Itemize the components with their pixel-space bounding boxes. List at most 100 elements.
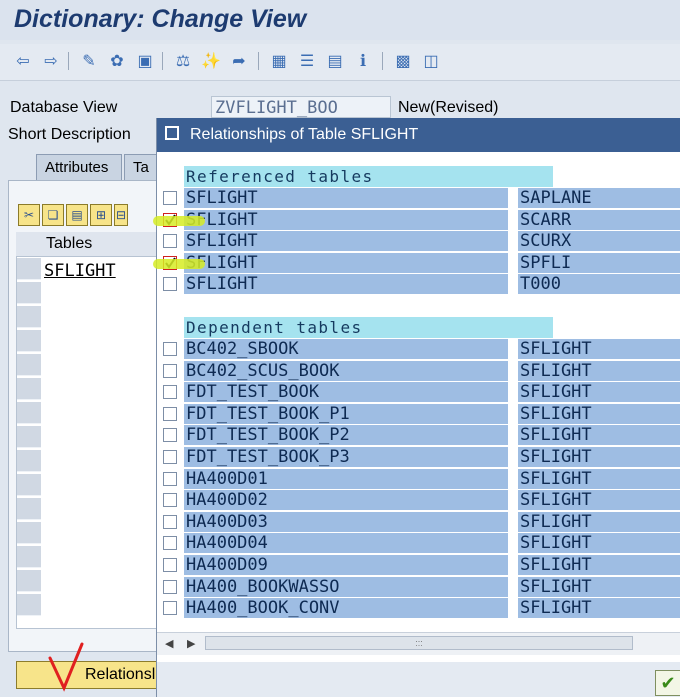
dependent-related-cell: SFLIGHT (518, 490, 680, 511)
short-description-label: Short Description (8, 126, 131, 143)
list-icon[interactable]: ▤ (324, 50, 346, 72)
title-bar: Dictionary: Change View (0, 0, 680, 40)
dependent-checkbox[interactable] (163, 428, 177, 443)
dependent-table-cell: FDT_TEST_BOOK_P3 (184, 447, 508, 467)
dependent-checkbox[interactable] (163, 385, 177, 400)
dependent-checkbox[interactable] (163, 579, 177, 594)
dependent-table-cell: FDT_TEST_BOOK_P2 (184, 425, 508, 446)
toolbar-separator (162, 52, 163, 70)
check-icon[interactable]: ⚖ (172, 50, 194, 72)
referenced-related-cell: SCURX (518, 231, 680, 252)
info-icon[interactable]: ℹ (352, 50, 374, 72)
referenced-table-cell: SFLIGHT (184, 209, 508, 230)
highlight-mark (153, 258, 205, 269)
tables-column-header: Tables (46, 235, 93, 252)
continue-button[interactable]: ✔ (655, 670, 680, 696)
graphic-icon[interactable]: ▩ (392, 50, 414, 72)
forward-arrow-icon[interactable]: ⇨ (40, 50, 62, 72)
referenced-related-cell: SAPLANE (518, 188, 680, 208)
where-used-icon[interactable]: ✨ (200, 50, 222, 72)
row-selector[interactable] (17, 546, 41, 568)
row-selector[interactable] (17, 570, 41, 592)
toolbar-separator (258, 52, 259, 70)
row-selector[interactable] (17, 426, 41, 448)
dependent-table-cell: HA400_BOOK_CONV (184, 598, 508, 619)
dependent-checkbox[interactable] (163, 514, 177, 529)
referenced-table-cell: SFLIGHT (184, 274, 508, 295)
row-selector[interactable] (17, 522, 41, 544)
scroll-thumb[interactable]: ::: (205, 636, 633, 650)
insert-row-icon[interactable]: ⊞ (90, 204, 112, 226)
other-object-icon[interactable]: ✿ (106, 50, 128, 72)
row-selector[interactable] (17, 594, 41, 616)
dependent-related-cell: SFLIGHT (518, 468, 680, 489)
dialog-window-icon (165, 126, 179, 140)
tab-attributes[interactable]: Attributes (36, 154, 122, 180)
row-selector[interactable] (17, 258, 41, 280)
relationships-dialog: Relationships of Table SFLIGHT Reference… (153, 118, 680, 697)
back-arrow-icon[interactable]: ⇦ (12, 50, 34, 72)
highlight-mark (153, 215, 205, 226)
row-selector[interactable] (17, 498, 41, 520)
referenced-checkbox[interactable] (163, 191, 177, 205)
dialog-footer: ✔ (157, 662, 680, 697)
referenced-related-cell: SCARR (518, 209, 680, 230)
scroll-left-icon[interactable]: ◀ (165, 637, 173, 650)
cut-icon[interactable]: ✂ (18, 204, 40, 226)
hierarchy-icon[interactable]: ▦ (268, 50, 290, 72)
row-selector[interactable] (17, 402, 41, 424)
dependent-related-cell: SFLIGHT (518, 576, 680, 597)
referenced-checkbox[interactable] (163, 277, 177, 292)
row-selector[interactable] (17, 450, 41, 472)
activate-icon[interactable]: ▣ (134, 50, 156, 72)
columns-icon[interactable]: ◫ (420, 50, 442, 72)
dependent-related-cell: SFLIGHT (518, 555, 680, 575)
database-view-field[interactable]: ZVFLIGHT_BOO (211, 96, 391, 118)
row-selector[interactable] (17, 330, 41, 352)
dependent-table-cell: HA400D04 (184, 533, 508, 554)
navigate-icon[interactable]: ➦ (228, 50, 250, 72)
dependent-checkbox[interactable] (163, 406, 177, 421)
dependent-related-cell: SFLIGHT (518, 425, 680, 446)
row-selector[interactable] (17, 378, 41, 400)
paste-icon[interactable]: ▤ (66, 204, 88, 226)
dependent-checkbox[interactable] (163, 471, 177, 486)
row-selector[interactable] (17, 306, 41, 328)
dependent-checkbox[interactable] (163, 342, 177, 356)
dependent-table-cell: BC402_SBOOK (184, 339, 508, 359)
dialog-title-bar: Relationships of Table SFLIGHT (157, 118, 680, 152)
row-selector[interactable] (17, 354, 41, 376)
dependent-table-cell: HA400D01 (184, 468, 508, 489)
referenced-related-cell: T000 (518, 274, 680, 295)
horizontal-scrollbar[interactable]: ◀ ▶ ::: (157, 632, 680, 655)
referenced-table-cell: SFLIGHT (184, 252, 508, 273)
toolbar-separator (68, 52, 69, 70)
toolbar-separator (382, 52, 383, 70)
dependent-checkbox[interactable] (163, 601, 177, 616)
dialog-body: Referenced tables Dependent tables SFLIG… (153, 152, 680, 662)
row-selector[interactable] (17, 474, 41, 496)
row-selector[interactable] (17, 282, 41, 304)
delete-row-icon[interactable]: ⊟ (114, 204, 128, 226)
tables-grid-header: Tables (16, 232, 158, 257)
referenced-checkbox[interactable] (163, 234, 177, 249)
dependent-related-cell: SFLIGHT (518, 403, 680, 424)
dependent-table-cell: HA400D09 (184, 555, 508, 575)
referenced-table-cell: SFLIGHT (184, 188, 508, 208)
red-check-annotation (48, 642, 84, 692)
dependent-checkbox[interactable] (163, 363, 177, 378)
application-toolbar: ⇦ ⇨ ✎ ✿ ▣ ⚖ ✨ ➦ ▦ ☰ ▤ ℹ ▩ ◫ (0, 44, 680, 81)
dependent-checkbox[interactable] (163, 493, 177, 508)
display-change-icon[interactable]: ✎ (78, 50, 100, 72)
scroll-right-icon[interactable]: ▶ (187, 637, 195, 650)
dependent-table-cell: FDT_TEST_BOOK (184, 382, 508, 403)
dependent-checkbox[interactable] (163, 536, 177, 551)
dependent-checkbox[interactable] (163, 558, 177, 572)
dependent-checkbox[interactable] (163, 450, 177, 464)
table-cell-sflight[interactable]: SFLIGHT (44, 261, 116, 281)
copy-icon[interactable]: ❏ (42, 204, 64, 226)
dependent-related-cell: SFLIGHT (518, 339, 680, 359)
dependent-table-cell: HA400_BOOKWASSO (184, 576, 508, 597)
dependent-table-cell: HA400D02 (184, 490, 508, 511)
align-icon[interactable]: ☰ (296, 50, 318, 72)
